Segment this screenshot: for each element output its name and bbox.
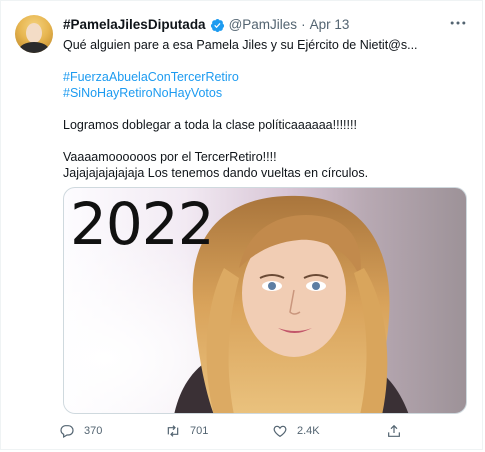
reply-count: 370	[84, 425, 103, 437]
handle[interactable]: @PamJiles	[229, 16, 297, 34]
separator: ·	[301, 17, 306, 32]
retweet-icon	[167, 425, 179, 437]
retweet-count: 701	[190, 425, 209, 437]
avatar[interactable]	[15, 15, 53, 53]
tweet-paragraph: Logramos doblegar a toda la clase políti…	[63, 118, 357, 132]
tweet-image[interactable]: 2022	[63, 187, 467, 414]
heart-icon	[273, 425, 287, 438]
tweet-text: Qué alguien pare a esa Pamela Jiles y su…	[63, 37, 468, 181]
tweet-paragraph: Jajajajajajajaja Los tenemos dando vuelt…	[63, 166, 369, 180]
hashtag-link[interactable]: #FuerzaAbuelaConTercerRetiro	[63, 69, 468, 85]
tweet-actions: 370 701 2.4K	[59, 423, 409, 445]
like-button[interactable]: 2.4K	[272, 423, 320, 439]
tweet-paragraph: Vaaaamoooooos por el TercerRetiro!!!!	[63, 150, 277, 164]
retweet-button[interactable]: 701	[165, 423, 208, 439]
reply-icon	[60, 425, 74, 439]
like-count: 2.4K	[297, 425, 320, 437]
timestamp[interactable]: Apr 13	[310, 16, 350, 34]
tweet-card[interactable]: #PamelaJilesDiputada @PamJiles · Apr 13 …	[0, 0, 483, 450]
share-icon	[388, 424, 400, 437]
display-name[interactable]: #PamelaJilesDiputada	[63, 16, 206, 34]
hashtag-link[interactable]: #SiNoHayRetiroNoHayVotos	[63, 85, 468, 101]
verified-badge-icon	[210, 18, 224, 32]
more-options-icon[interactable]	[448, 13, 468, 33]
share-button[interactable]	[386, 423, 411, 439]
tweet-header: #PamelaJilesDiputada @PamJiles · Apr 13	[63, 16, 349, 34]
image-overlay-text: 2022	[70, 190, 215, 258]
avatar-shoulders	[19, 42, 49, 53]
avatar-face	[26, 23, 42, 43]
tweet-line: Qué alguien pare a esa Pamela Jiles y su…	[63, 38, 418, 52]
reply-button[interactable]: 370	[59, 423, 102, 439]
